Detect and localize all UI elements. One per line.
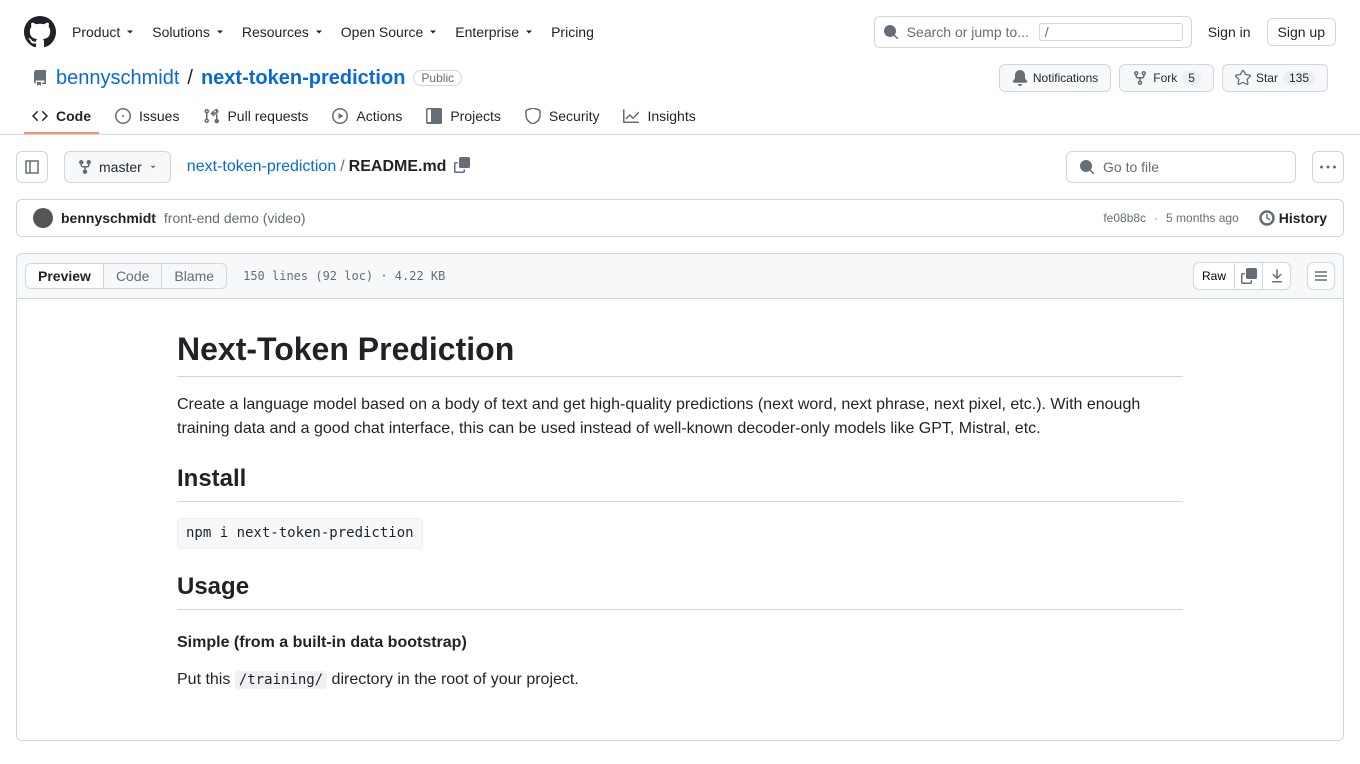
search-icon	[1079, 159, 1095, 175]
star-count: 135	[1283, 71, 1315, 85]
commit-sha[interactable]: fe08b8c	[1103, 211, 1146, 225]
view-preview[interactable]: Preview	[26, 264, 104, 288]
view-code[interactable]: Code	[104, 264, 162, 288]
commit-author[interactable]: bennyschmidt	[61, 210, 156, 226]
install-command: npm i next-token-prediction	[177, 518, 423, 549]
actions-icon	[332, 108, 348, 124]
latest-commit: bennyschmidt front-end demo (video) fe08…	[16, 199, 1344, 237]
view-toggle: Preview Code Blame	[25, 263, 227, 289]
visibility-badge: Public	[413, 70, 462, 86]
readme-intro: Create a language model based on a body …	[177, 393, 1183, 441]
repo-icon	[32, 70, 48, 86]
readme-h3-simple: Simple (from a built-in data bootstrap)	[177, 634, 1183, 652]
tab-security[interactable]: Security	[517, 100, 608, 134]
copy-button[interactable]	[1235, 262, 1263, 290]
nav-opensource[interactable]: Open Source	[341, 24, 440, 40]
goto-file-input[interactable]: Go to file	[1066, 151, 1296, 183]
copy-icon	[454, 157, 470, 173]
tab-code[interactable]: Code	[24, 100, 99, 134]
sidepanel-toggle[interactable]	[16, 151, 48, 183]
list-icon	[1313, 268, 1329, 284]
fork-icon	[1132, 70, 1148, 86]
fork-count: 5	[1182, 71, 1201, 85]
readme-h2-usage: Usage	[177, 573, 1183, 610]
copy-path-button[interactable]	[450, 157, 470, 178]
readme-content: Next-Token Prediction Create a language …	[17, 299, 1343, 740]
commit-time: 5 months ago	[1166, 211, 1239, 225]
tab-actions[interactable]: Actions	[324, 100, 410, 134]
outline-button[interactable]	[1307, 262, 1335, 290]
search-placeholder: Search or jump to...	[907, 24, 1039, 40]
download-icon	[1269, 268, 1285, 284]
search-kbd: /	[1039, 23, 1183, 41]
avatar[interactable]	[33, 208, 53, 228]
code-icon	[32, 108, 48, 124]
history-link[interactable]: History	[1259, 210, 1327, 226]
search-input[interactable]: Search or jump to... /	[874, 16, 1192, 48]
global-nav: Product Solutions Resources Open Source …	[72, 24, 594, 40]
tab-projects[interactable]: Projects	[418, 100, 509, 134]
tab-insights[interactable]: Insights	[615, 100, 703, 134]
view-blame[interactable]: Blame	[162, 264, 226, 288]
breadcrumb: next-token-prediction / README.md	[187, 157, 1050, 178]
download-button[interactable]	[1263, 262, 1291, 290]
tab-pulls[interactable]: Pull requests	[195, 100, 316, 134]
history-icon	[1259, 210, 1275, 226]
repo-link[interactable]: next-token-prediction	[201, 67, 405, 90]
kebab-icon	[1320, 159, 1336, 175]
breadcrumb-root[interactable]: next-token-prediction	[187, 158, 336, 176]
repo-tabs: Code Issues Pull requests Actions Projec…	[0, 100, 1360, 135]
projects-icon	[426, 108, 442, 124]
branch-icon	[77, 159, 93, 175]
owner-link[interactable]: bennyschmidt	[56, 67, 179, 90]
more-button[interactable]	[1312, 151, 1344, 183]
pr-icon	[203, 108, 219, 124]
copy-icon	[1241, 268, 1257, 284]
readme-usage-p: Put this /training/ directory in the roo…	[177, 668, 1183, 692]
signup-button[interactable]: Sign up	[1267, 18, 1336, 46]
commit-dot: ·	[1154, 211, 1158, 225]
training-dir-code[interactable]: /training/	[235, 671, 327, 689]
insights-icon	[623, 108, 639, 124]
nav-pricing[interactable]: Pricing	[551, 24, 594, 40]
signin-link[interactable]: Sign in	[1208, 24, 1251, 40]
star-button[interactable]: Star 135	[1222, 64, 1328, 92]
readme-h1: Next-Token Prediction	[177, 331, 1183, 377]
raw-button[interactable]: Raw	[1193, 262, 1235, 290]
github-logo[interactable]	[24, 16, 56, 48]
branch-select[interactable]: master	[64, 151, 171, 183]
slash: /	[187, 67, 193, 90]
file-toolbar: Preview Code Blame 150 lines (92 loc) · …	[17, 254, 1343, 299]
caret-down-icon	[148, 162, 158, 172]
nav-product[interactable]: Product	[72, 24, 136, 40]
issues-icon	[115, 108, 131, 124]
commit-message[interactable]: front-end demo (video)	[164, 210, 306, 226]
readme-h2-install: Install	[177, 465, 1183, 502]
bell-icon	[1012, 70, 1028, 86]
repo-title: bennyschmidt / next-token-prediction Pub…	[32, 67, 462, 90]
nav-solutions[interactable]: Solutions	[152, 24, 226, 40]
file-stats: 150 lines (92 loc) · 4.22 KB	[243, 269, 445, 283]
breadcrumb-file: README.md	[349, 158, 447, 176]
fork-button[interactable]: Fork 5	[1119, 64, 1214, 92]
security-icon	[525, 108, 541, 124]
search-icon	[883, 24, 899, 40]
tab-issues[interactable]: Issues	[107, 100, 187, 134]
nav-enterprise[interactable]: Enterprise	[455, 24, 535, 40]
notifications-button[interactable]: Notifications	[999, 64, 1111, 92]
nav-resources[interactable]: Resources	[242, 24, 325, 40]
star-icon	[1235, 70, 1251, 86]
sidepanel-icon	[24, 159, 40, 175]
